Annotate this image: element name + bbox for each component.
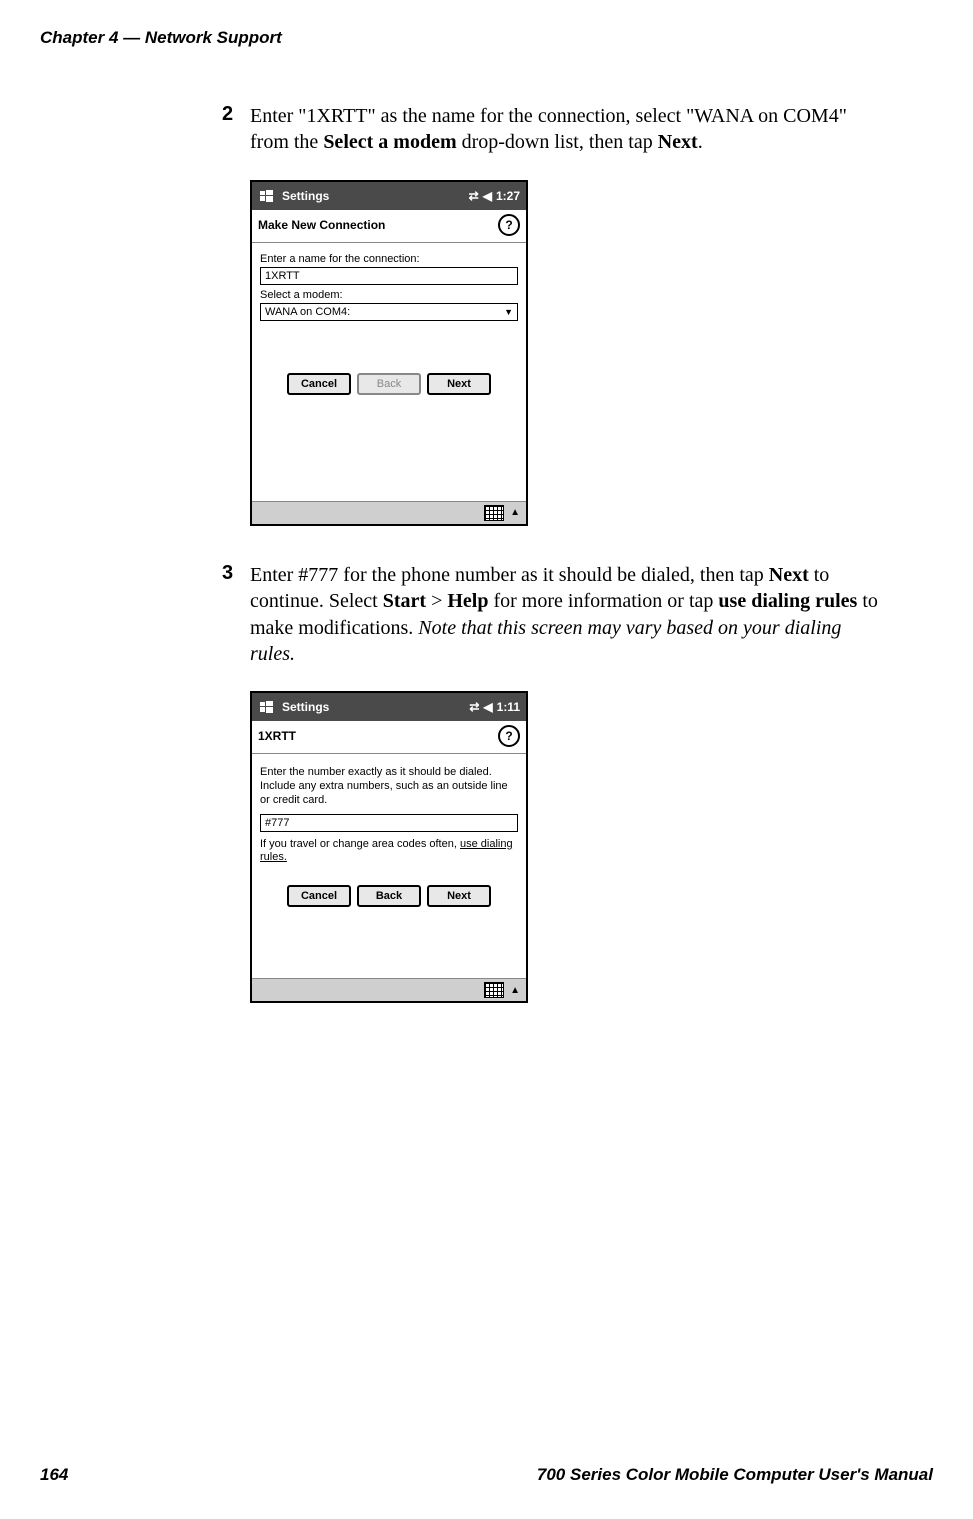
modem-select-value: WANA on COM4: [265,306,350,318]
ss2-dialing-rules-text: If you travel or change area codes often… [260,838,518,866]
ss2-subtitle-bar: 1XRTT ? [252,721,526,754]
page-footer: 164 700 Series Color Mobile Computer Use… [40,1465,933,1485]
manual-title: 700 Series Color Mobile Computer User's … [537,1465,933,1485]
start-icon[interactable] [258,187,276,205]
page-body: 2 Enter "1XRTT" as the name for the conn… [0,48,973,1003]
cancel-button[interactable]: Cancel [287,373,351,395]
ss2-clock[interactable]: 1:11 [497,700,520,714]
ss1-subtitle-bar: Make New Connection ? [252,210,526,243]
ss2-content: Enter the number exactly as it should be… [252,754,526,978]
step-3-text: Enter #777 for the phone number as it sh… [250,562,883,668]
up-arrow-icon[interactable]: ▲ [510,507,520,518]
ss1-bottombar: ▲ [252,501,526,524]
header-dash: — [123,28,140,47]
connection-name-value: 1XRTT [265,270,300,282]
step-2-bold-1: Select a modem [323,131,456,153]
ss2-title: Settings [282,700,465,714]
step-2-text: Enter "1XRTT" as the name for the connec… [250,103,883,156]
phone-number-input[interactable]: #777 [260,814,518,832]
ss1-subtitle-text: Make New Connection [258,218,385,232]
step-3-bold-3: Help [447,590,488,612]
next-button[interactable]: Next [427,373,491,395]
step-3-text-1: Enter #777 for the phone number as it sh… [250,564,769,586]
ss1-titlebar: Settings ⇄ ◀ 1:27 [252,182,526,210]
ss1-clock[interactable]: 1:27 [496,189,520,203]
step-2-text-2: drop-down list, then tap [457,131,658,153]
connection-name-input[interactable]: 1XRTT [260,267,518,285]
section-label: Network Support [145,28,282,47]
step-2-bold-2: Next [658,131,698,153]
back-button-disabled: Back [357,373,421,395]
modem-select[interactable]: WANA on COM4: ▼ [260,303,518,321]
step-3-bold-2: Start [383,590,426,612]
step-2-text-3: . [698,131,703,153]
ss2-titlebar: Settings ⇄ ◀ 1:11 [252,693,526,721]
ss2-button-row: Cancel Back Next [260,885,518,907]
step-3-bold-4: use dialing rules [718,590,857,612]
ss1-name-label: Enter a name for the connection: [260,253,518,265]
page: Chapter 4 — Network Support 2 Enter "1XR… [0,0,973,1519]
signal-icon[interactable]: ⇄ [469,700,479,714]
ss2-subtitle-text: 1XRTT [258,729,296,743]
back-button[interactable]: Back [357,885,421,907]
step-3-bold-1: Next [769,564,809,586]
page-header: Chapter 4 — Network Support [0,0,973,48]
ss1-content: Enter a name for the connection: 1XRTT S… [252,243,526,501]
screenshot-make-new-connection: Settings ⇄ ◀ 1:27 Make New Connection ? … [250,180,528,526]
ss1-button-row: Cancel Back Next [260,373,518,395]
page-number: 164 [40,1465,68,1485]
step-3-number: 3 [222,562,233,585]
ss1-modem-label: Select a modem: [260,289,518,301]
signal-icon[interactable]: ⇄ [469,189,479,203]
ss1-title: Settings [282,189,465,203]
up-arrow-icon[interactable]: ▲ [510,985,520,996]
step-3: 3 Enter #777 for the phone number as it … [250,562,883,668]
help-icon[interactable]: ? [498,214,520,236]
sound-icon[interactable]: ◀ [483,189,492,203]
phone-number-value: #777 [265,817,289,829]
step-3-text-3: > [426,590,447,612]
ss2-bottombar: ▲ [252,978,526,1001]
ss2-instruction-text: Enter the number exactly as it should be… [260,766,518,807]
keyboard-icon[interactable] [484,505,504,521]
cancel-button[interactable]: Cancel [287,885,351,907]
chevron-down-icon: ▼ [504,307,513,317]
sound-icon[interactable]: ◀ [483,700,492,714]
next-button[interactable]: Next [427,885,491,907]
step-3-text-4: for more information or tap [488,590,718,612]
keyboard-icon[interactable] [484,982,504,998]
screenshot-1xrtt: Settings ⇄ ◀ 1:11 1XRTT ? Enter the numb… [250,691,528,1003]
start-icon[interactable] [258,698,276,716]
step-2-number: 2 [222,103,233,126]
chapter-label: Chapter 4 [40,28,118,47]
help-icon[interactable]: ? [498,725,520,747]
ss2-para2a: If you travel or change area codes often… [260,838,460,850]
step-2: 2 Enter "1XRTT" as the name for the conn… [250,103,883,156]
